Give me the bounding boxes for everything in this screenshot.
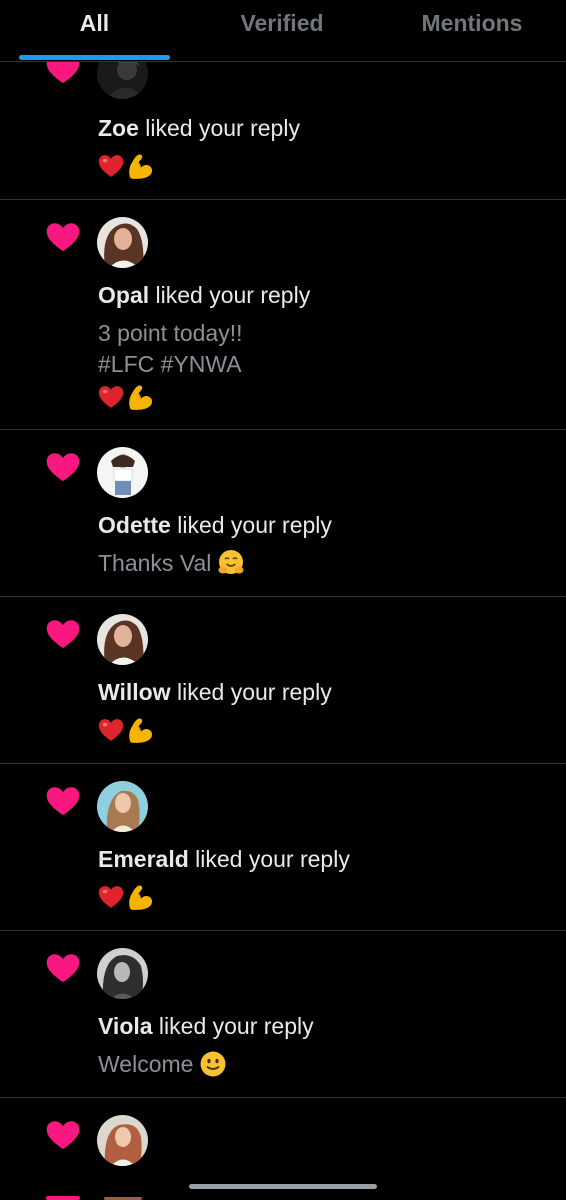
notification-text: Willow liked your reply [98, 677, 332, 707]
avatar[interactable] [97, 217, 148, 268]
notification-action: liked your reply [170, 679, 332, 705]
reply-emoji [98, 882, 154, 912]
tab-all[interactable]: All [19, 0, 170, 61]
flexed-biceps-emoji [126, 152, 154, 180]
notification-item[interactable]: Odette liked your reply Thanks Val [0, 430, 566, 597]
notification-text: Emerald liked your reply [98, 844, 350, 874]
heart-icon [46, 953, 80, 983]
heart-icon [46, 1120, 80, 1150]
reply-text: Welcome [98, 1049, 227, 1079]
user-name[interactable]: Odette [98, 512, 171, 538]
avatar[interactable] [97, 614, 148, 665]
notification-action: liked your reply [188, 846, 350, 872]
red-heart-emoji [98, 385, 124, 409]
reply-emoji [98, 151, 154, 181]
flexed-biceps-emoji [126, 883, 154, 911]
notification-text: Opal liked your reply [98, 280, 310, 310]
active-tab-indicator [19, 55, 170, 60]
user-name[interactable]: Viola [98, 1013, 153, 1039]
home-indicator[interactable] [189, 1184, 377, 1189]
avatar[interactable] [97, 447, 148, 498]
reply-emoji [98, 382, 154, 412]
avatar[interactable] [97, 781, 148, 832]
notification-item[interactable]: Willow liked your reply [0, 597, 566, 764]
notification-item[interactable]: Emerald liked your reply [0, 764, 566, 931]
reply-emoji [98, 715, 154, 745]
notification-text: Zoe liked your reply [98, 113, 300, 143]
heart-icon [46, 786, 80, 816]
notification-tabs: All Verified Mentions [0, 0, 566, 62]
notification-action: liked your reply [152, 1013, 314, 1039]
notification-action: liked your reply [149, 282, 311, 308]
heart-icon [46, 222, 80, 252]
reply-text: Thanks Val [98, 548, 245, 578]
avatar[interactable] [97, 1115, 148, 1166]
heart-icon [46, 1196, 80, 1200]
user-name[interactable]: Emerald [98, 846, 189, 872]
reply-text: 3 point today!! [98, 320, 243, 346]
red-heart-emoji [98, 885, 124, 909]
slightly-smiling-face-emoji [199, 1050, 227, 1078]
notification-action: liked your reply [170, 512, 332, 538]
avatar[interactable] [97, 948, 148, 999]
heart-icon [46, 619, 80, 649]
flexed-biceps-emoji [126, 383, 154, 411]
user-name[interactable]: Willow [98, 679, 171, 705]
notification-item[interactable]: Zoe liked your reply [0, 48, 566, 200]
hugging-face-emoji [217, 549, 245, 577]
user-name[interactable]: Opal [98, 282, 149, 308]
reply-text: #LFC #YNWA [98, 351, 242, 377]
notification-text: Odette liked your reply [98, 510, 332, 540]
tab-verified[interactable]: Verified [200, 0, 364, 61]
notification-item[interactable]: Viola liked your reply Welcome [0, 931, 566, 1098]
flexed-biceps-emoji [126, 716, 154, 744]
notification-action: liked your reply [138, 115, 300, 141]
heart-icon [46, 452, 80, 482]
red-heart-emoji [98, 154, 124, 178]
tab-mentions[interactable]: Mentions [396, 0, 548, 61]
notification-item[interactable]: Opal liked your reply 3 point today!! #L… [0, 200, 566, 430]
notification-text: Viola liked your reply [98, 1011, 314, 1041]
user-name[interactable]: Zoe [98, 115, 139, 141]
red-heart-emoji [98, 718, 124, 742]
